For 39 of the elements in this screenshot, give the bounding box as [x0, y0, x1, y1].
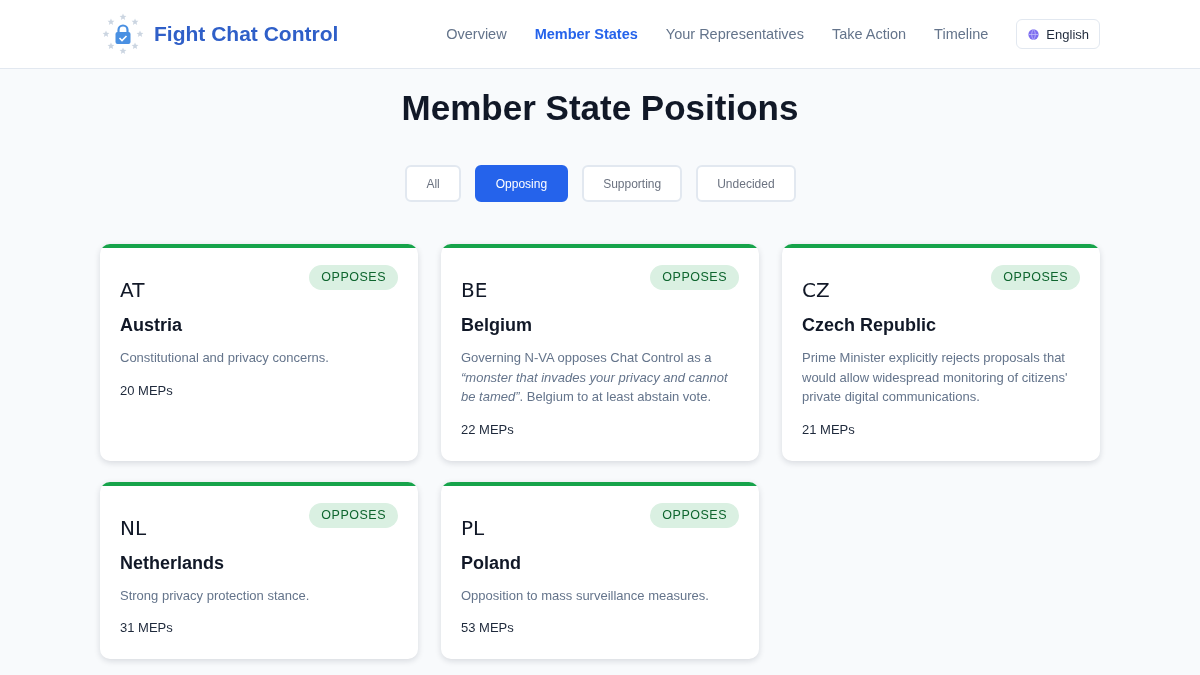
mep-count: 22 MEPs	[461, 420, 515, 439]
country-description: Governing N-VA opposes Chat Control as a “monster that invades your privacy and cannot be tamed”. Belgium to at least abstain vote.	[461, 349, 729, 406]
globe-icon	[1028, 28, 1040, 40]
stance-badge: OPPOSES	[650, 502, 739, 528]
nav-link[interactable]: Your Representatives	[665, 26, 804, 42]
country-name: Czech Republic	[802, 314, 938, 337]
country-name: Netherlands	[120, 551, 226, 575]
filter-button[interactable]: Supporting	[582, 165, 683, 202]
country-code: AT	[120, 278, 145, 302]
filter-button[interactable]: Undecided	[696, 165, 796, 202]
country-name: Belgium	[461, 314, 533, 337]
country-description: Opposition to mass surveillance measures.	[461, 586, 710, 605]
site-title[interactable]: Fight Chat Control	[154, 22, 339, 46]
country-code: CZ	[802, 278, 830, 302]
country-code: NL	[120, 515, 147, 540]
filter-button[interactable]: Opposing	[474, 165, 569, 202]
mep-count: 31 MEPs	[120, 619, 174, 637]
nav-link[interactable]: Member States	[534, 26, 638, 42]
country-name: Poland	[461, 551, 522, 575]
mep-count: 53 MEPs	[461, 619, 515, 637]
country-code: PL	[461, 515, 485, 540]
country-code: BE	[461, 278, 488, 302]
filter-button[interactable]: All	[405, 165, 461, 202]
country-description: Strong privacy protection stance.	[120, 586, 311, 605]
country-description: Prime Minister explicitly rejects proposals that would allow widespread monitoring of citizens' private digital communications.	[802, 349, 1069, 406]
nav-link[interactable]: Overview	[446, 26, 507, 42]
stance-badge: OPPOSES	[650, 265, 739, 290]
stance-badge: OPPOSES	[309, 502, 398, 528]
language-button[interactable]: English	[1016, 19, 1100, 49]
mep-count: 21 MEPs	[802, 420, 856, 439]
country-description: Constitutional and privacy concerns.	[120, 349, 330, 367]
nav-link[interactable]: Take Action	[831, 26, 907, 42]
nav-link[interactable]: Timeline	[934, 26, 989, 42]
stance-badge: OPPOSES	[309, 265, 398, 290]
mep-count: 20 MEPs	[120, 381, 174, 400]
logo-icon	[102, 13, 144, 55]
page-title: Member State Positions	[400, 87, 800, 129]
country-name: Austria	[120, 314, 183, 337]
stance-badge: OPPOSES	[991, 265, 1080, 290]
